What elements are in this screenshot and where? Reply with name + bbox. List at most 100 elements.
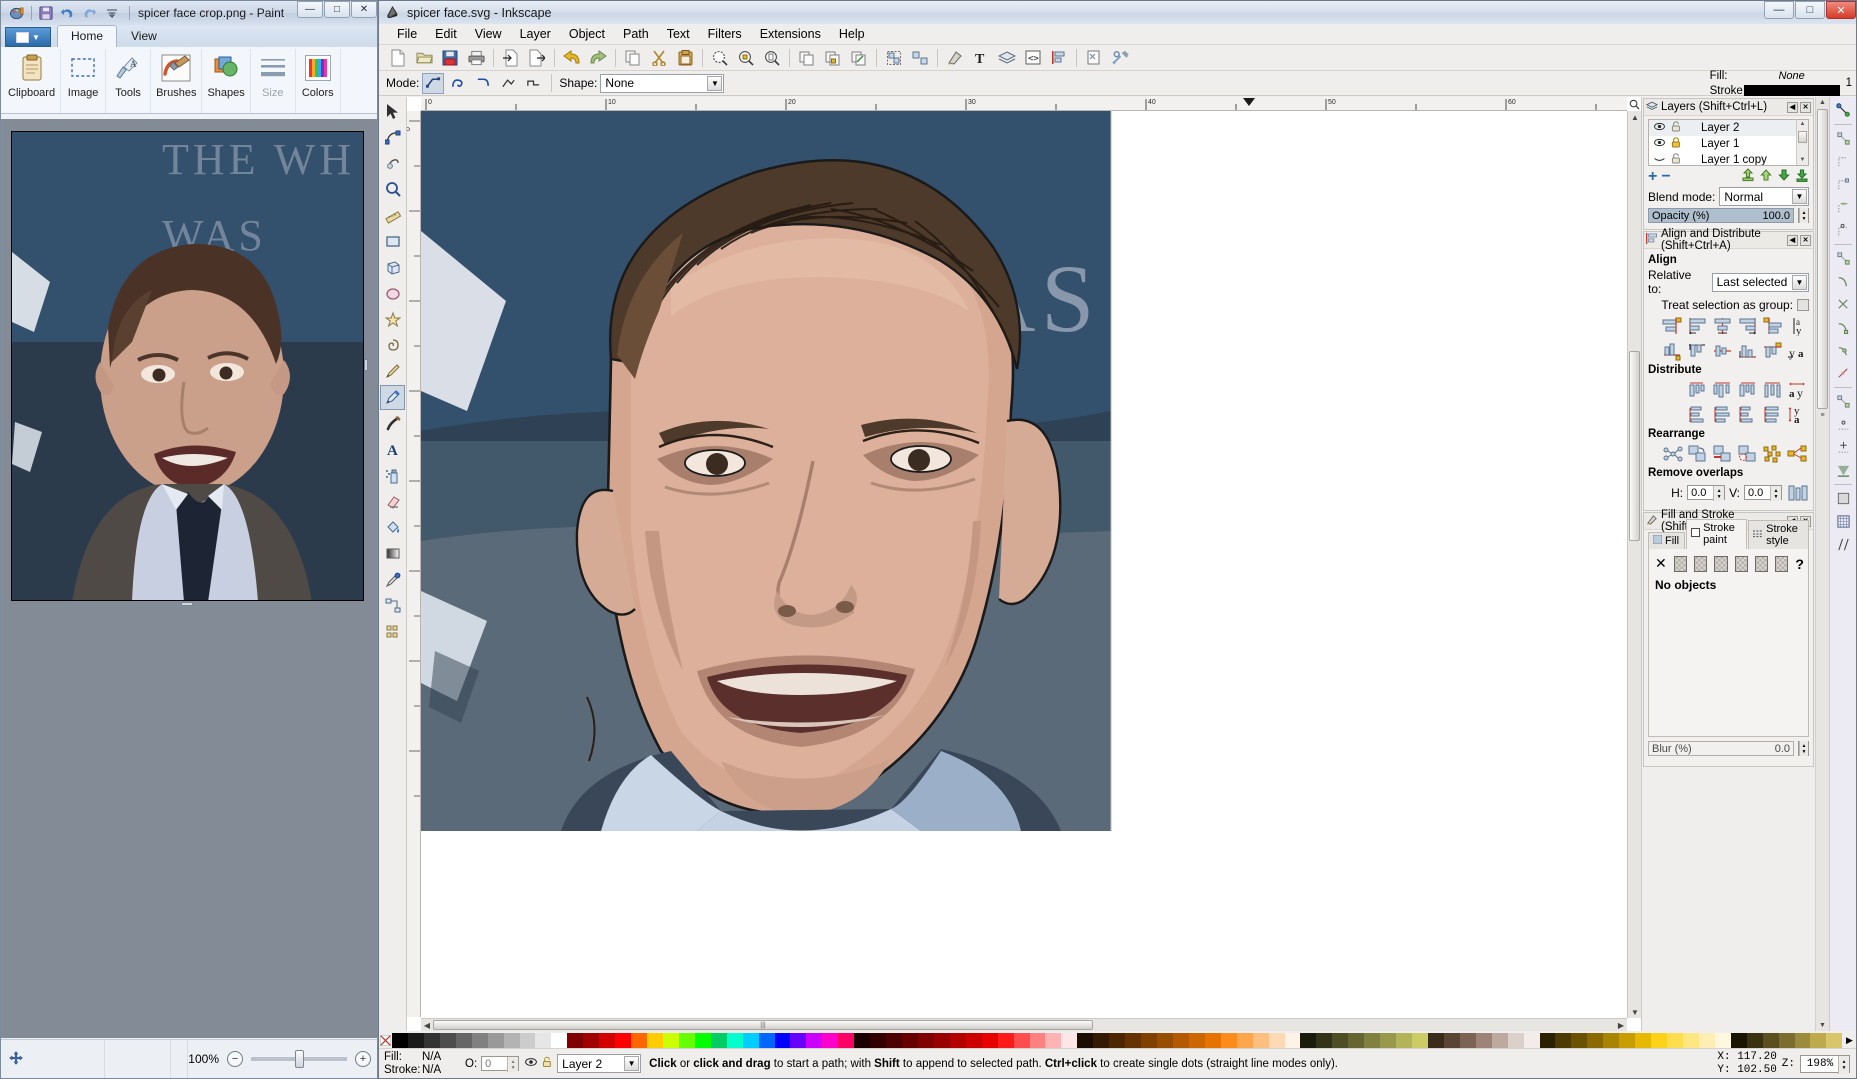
stroke-indicator-swatch[interactable] (1744, 85, 1840, 96)
cut-icon[interactable] (646, 46, 672, 70)
scroll-up-arrow-icon[interactable]: ▲ (1629, 111, 1641, 123)
spiro-mode-icon[interactable] (447, 73, 469, 94)
paint-ribbon-tabs[interactable]: ▼ Home View (1, 25, 377, 47)
bucket-fill-tool-icon[interactable] (380, 515, 405, 540)
palette-swatch[interactable] (1173, 1033, 1189, 1048)
status-opacity-spinner-arrows[interactable]: ▲▼ (507, 1057, 518, 1072)
snap-bbox-center-icon[interactable] (1832, 219, 1855, 242)
snap-midpoint-icon[interactable] (1832, 362, 1855, 385)
rectangle-tool-icon[interactable] (380, 229, 405, 254)
align-text-baseline-icon[interactable]: ya (1786, 339, 1809, 362)
layers-icon[interactable] (994, 46, 1020, 70)
palette-swatch[interactable] (1555, 1033, 1571, 1048)
scroll-down-arrow-icon[interactable]: ▼ (1629, 1006, 1641, 1018)
palette-swatch[interactable] (647, 1033, 663, 1048)
palette-swatch[interactable] (743, 1033, 759, 1048)
shapes-icon[interactable] (209, 51, 243, 85)
layers-dialog-header[interactable]: Layers (Shift+Ctrl+L) ◀ ✕ (1644, 99, 1813, 116)
palette-swatch[interactable] (886, 1033, 902, 1048)
palette-swatch[interactable] (902, 1033, 918, 1048)
palette-swatch[interactable] (1667, 1033, 1683, 1048)
dist-vertical-centers-icon[interactable] (1711, 403, 1734, 426)
snap-rotation-center-icon[interactable] (1832, 436, 1855, 459)
align-bottom-to-top-anchor-icon[interactable] (1661, 339, 1684, 362)
palette-swatch[interactable] (504, 1033, 520, 1048)
blur-spinner-arrows[interactable]: ▲▼ (1799, 741, 1808, 756)
layer-row-layer-2[interactable]: Layer 2 (1649, 120, 1808, 136)
eraser-tool-icon[interactable] (380, 489, 405, 514)
palette-swatch[interactable] (1635, 1033, 1651, 1048)
palette-swatch[interactable] (1269, 1033, 1285, 1048)
palette-swatch[interactable] (1221, 1033, 1237, 1048)
eye-closed-icon[interactable] (1654, 154, 1665, 166)
exchange-clockwise-icon[interactable] (1736, 442, 1759, 465)
star-tool-icon[interactable] (380, 307, 405, 332)
dist-horizontal-centers-icon[interactable] (1711, 378, 1734, 401)
zoom-corner-icon[interactable] (1627, 97, 1641, 111)
align-horizontal-center-icon[interactable] (1711, 314, 1734, 337)
menu-filters[interactable]: Filters (699, 25, 751, 43)
palette-swatch[interactable] (472, 1033, 488, 1048)
copy-icon[interactable] (620, 46, 646, 70)
menu-file[interactable]: File (388, 25, 426, 43)
palette-swatch[interactable] (1285, 1033, 1301, 1048)
size-icon[interactable] (256, 51, 290, 85)
inkscape-command-bar[interactable]: T <> (379, 45, 1856, 71)
paint-zoom-out-button[interactable]: − (227, 1051, 243, 1067)
palette-swatch[interactable] (1715, 1033, 1731, 1048)
palette-swatch[interactable] (775, 1033, 791, 1048)
palette-swatch[interactable] (1540, 1033, 1556, 1048)
relative-to-select[interactable]: Last selected ▼ (1712, 273, 1809, 292)
align-icon[interactable] (1046, 46, 1072, 70)
palette-swatch[interactable] (1396, 1033, 1412, 1048)
clone-icon[interactable] (820, 46, 846, 70)
unknown-paint-icon[interactable]: ? (1795, 556, 1804, 572)
palette-swatch[interactable] (759, 1033, 775, 1048)
brush-icon[interactable] (159, 51, 193, 85)
palette-swatch[interactable] (966, 1033, 982, 1048)
palette-swatch[interactable] (1045, 1033, 1061, 1048)
unknown-paint-swatch-icon[interactable] (1775, 556, 1788, 572)
palette-swatch[interactable] (456, 1033, 472, 1048)
undo-icon[interactable] (559, 46, 585, 70)
radial-gradient-icon[interactable] (1714, 556, 1727, 572)
palette-swatch[interactable] (711, 1033, 727, 1048)
snap-page-border-icon[interactable] (1832, 487, 1855, 510)
align-distribute-dialog[interactable]: Align and Distribute (Shift+Ctrl+A) ◀ ✕ … (1643, 231, 1814, 511)
ungroup-icon[interactable] (907, 46, 933, 70)
layers-toolbar[interactable]: + − (1648, 168, 1809, 185)
palette-swatch[interactable] (822, 1033, 838, 1048)
layers-dialog-collapse-button[interactable]: ◀ (1787, 102, 1798, 113)
palette-swatch[interactable] (631, 1033, 647, 1048)
palette-swatch[interactable] (1030, 1033, 1046, 1048)
status-zoom-input[interactable]: 198% ▲▼ (1800, 1055, 1850, 1073)
scroll-up-arrow-icon[interactable]: ▲ (1797, 120, 1808, 129)
scroll-left-arrow-icon[interactable]: ◀ (421, 1019, 433, 1031)
layers-dialog-close-button[interactable]: ✕ (1800, 102, 1811, 113)
exchange-z-order-icon[interactable] (1711, 442, 1734, 465)
snap-others-icon[interactable] (1832, 390, 1855, 413)
eye-icon[interactable] (525, 1057, 537, 1070)
dist-equal-h-gaps-icon[interactable] (1761, 378, 1784, 401)
snap-smooth-node-icon[interactable] (1832, 339, 1855, 362)
vertical-ruler[interactable]: 0 (407, 111, 421, 1017)
color-palette[interactable]: ▶ (379, 1033, 1856, 1048)
distribute-row-1[interactable]: ay (1648, 378, 1809, 401)
snap-bbox-edge-icon[interactable] (1832, 150, 1855, 173)
randomize-positions-icon[interactable] (1761, 442, 1784, 465)
lower-to-bottom-icon[interactable] (1795, 168, 1809, 185)
palette-swatch[interactable] (599, 1033, 615, 1048)
palette-swatch[interactable] (1460, 1033, 1476, 1048)
canvas-hscroll-thumb[interactable]: ||| (433, 1020, 1093, 1030)
palette-swatch[interactable] (408, 1033, 424, 1048)
palette-swatch[interactable] (535, 1033, 551, 1048)
palette-swatch[interactable] (918, 1033, 934, 1048)
align-dialog-header[interactable]: Align and Distribute (Shift+Ctrl+A) ◀ ✕ (1644, 232, 1813, 249)
align-dialog-close-button[interactable]: ✕ (1800, 235, 1811, 246)
palette-swatch[interactable] (790, 1033, 806, 1048)
palette-swatch[interactable] (1476, 1033, 1492, 1048)
opacity-slider[interactable]: Opacity (%) 100.0 (1648, 208, 1794, 223)
inkscape-canvas-area[interactable]: 0 10 20 30 40 50 60 0 (407, 97, 1641, 1031)
palette-swatch[interactable] (1444, 1033, 1460, 1048)
status-coordinates[interactable]: X: 117.20 Y: 102.50 Z: 198% ▲▼ (1717, 1051, 1856, 1077)
